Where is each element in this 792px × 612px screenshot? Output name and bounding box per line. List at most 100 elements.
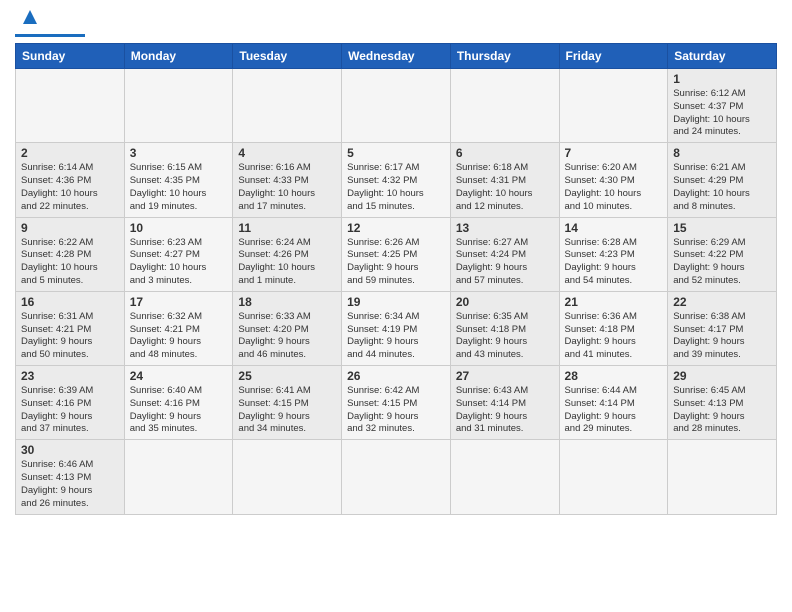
day-number: 7	[565, 146, 663, 160]
day-info: Sunrise: 6:46 AMSunset: 4:13 PMDaylight:…	[21, 459, 119, 510]
calendar-cell: 3 Sunrise: 6:15 AMSunset: 4:35 PMDaylight…	[124, 143, 233, 217]
calendar-cell: 1Sunrise: 6:12 AMSunset: 4:37 PMDaylight…	[668, 69, 777, 143]
calendar-cell: 7Sunrise: 6:20 AMSunset: 4:30 PMDaylight…	[559, 143, 668, 217]
day-info: Sunrise: 6:38 AMSunset: 4:17 PMDaylight:…	[673, 311, 771, 362]
weekday-header-sunday: Sunday	[16, 44, 125, 69]
day-info: Sunrise: 6:29 AMSunset: 4:22 PMDaylight:…	[673, 237, 771, 288]
day-info: Sunrise: 6:14 AMSunset: 4:36 PMDaylight:…	[21, 162, 119, 213]
day-number: 11	[238, 221, 336, 235]
calendar-week-5: 23 Sunrise: 6:39 AMSunset: 4:16 PMDayligh…	[16, 366, 777, 440]
day-info: Sunrise: 6:41 AMSunset: 4:15 PMDaylight:…	[238, 385, 336, 436]
day-info: Sunrise: 6:22 AMSunset: 4:28 PMDaylight:…	[21, 237, 119, 288]
calendar-cell	[124, 69, 233, 143]
day-info: Sunrise: 6:33 AMSunset: 4:20 PMDaylight:…	[238, 311, 336, 362]
calendar-cell	[342, 440, 451, 514]
day-info: Sunrise: 6:27 AMSunset: 4:24 PMDaylight:…	[456, 237, 554, 288]
calendar-cell: 17Sunrise: 6:32 AMSunset: 4:21 PMDayligh…	[124, 291, 233, 365]
calendar-cell: 24Sunrise: 6:40 AMSunset: 4:16 PMDayligh…	[124, 366, 233, 440]
weekday-header-wednesday: Wednesday	[342, 44, 451, 69]
calendar-cell: 20 Sunrise: 6:35 AMSunset: 4:18 PMDayligh…	[450, 291, 559, 365]
calendar-week-6: 30 Sunrise: 6:46 AMSunset: 4:13 PMDayligh…	[16, 440, 777, 514]
weekday-header-tuesday: Tuesday	[233, 44, 342, 69]
day-number: 8	[673, 146, 771, 160]
day-number: 15	[673, 221, 771, 235]
day-info: Sunrise: 6:21 AMSunset: 4:29 PMDaylight:…	[673, 162, 771, 213]
day-info: Sunrise: 6:43 AMSunset: 4:14 PMDaylight:…	[456, 385, 554, 436]
day-number: 12	[347, 221, 445, 235]
calendar-cell: 8 Sunrise: 6:21 AMSunset: 4:29 PMDaylight…	[668, 143, 777, 217]
calendar-cell	[450, 69, 559, 143]
day-info: Sunrise: 6:39 AMSunset: 4:16 PMDaylight:…	[21, 385, 119, 436]
calendar-cell: 4Sunrise: 6:16 AMSunset: 4:33 PMDaylight…	[233, 143, 342, 217]
day-info: Sunrise: 6:12 AMSunset: 4:37 PMDaylight:…	[673, 88, 771, 139]
calendar-header: SundayMondayTuesdayWednesdayThursdayFrid…	[16, 44, 777, 69]
day-number: 20	[456, 295, 554, 309]
day-info: Sunrise: 6:34 AMSunset: 4:19 PMDaylight:…	[347, 311, 445, 362]
calendar-cell: 18 Sunrise: 6:33 AMSunset: 4:20 PMDayligh…	[233, 291, 342, 365]
day-number: 23	[21, 369, 119, 383]
day-number: 24	[130, 369, 228, 383]
day-info: Sunrise: 6:35 AMSunset: 4:18 PMDaylight:…	[456, 311, 554, 362]
day-info: Sunrise: 6:16 AMSunset: 4:33 PMDaylight:…	[238, 162, 336, 213]
calendar-cell: 28Sunrise: 6:44 AMSunset: 4:14 PMDayligh…	[559, 366, 668, 440]
day-number: 18	[238, 295, 336, 309]
day-info: Sunrise: 6:24 AMSunset: 4:26 PMDaylight:…	[238, 237, 336, 288]
calendar-table: SundayMondayTuesdayWednesdayThursdayFrid…	[15, 43, 777, 515]
day-info: Sunrise: 6:26 AMSunset: 4:25 PMDaylight:…	[347, 237, 445, 288]
logo-line	[15, 34, 85, 37]
day-number: 14	[565, 221, 663, 235]
calendar-cell: 14Sunrise: 6:28 AMSunset: 4:23 PMDayligh…	[559, 217, 668, 291]
day-number: 5	[347, 146, 445, 160]
calendar-week-2: 2 Sunrise: 6:14 AMSunset: 4:36 PMDaylight…	[16, 143, 777, 217]
calendar-cell: 13 Sunrise: 6:27 AMSunset: 4:24 PMDayligh…	[450, 217, 559, 291]
calendar-cell	[342, 69, 451, 143]
calendar-cell	[559, 69, 668, 143]
calendar-cell	[668, 440, 777, 514]
day-number: 10	[130, 221, 228, 235]
calendar-cell: 27Sunrise: 6:43 AMSunset: 4:14 PMDayligh…	[450, 366, 559, 440]
calendar-cell: 9 Sunrise: 6:22 AMSunset: 4:28 PMDaylight…	[16, 217, 125, 291]
day-number: 2	[21, 146, 119, 160]
calendar-cell: 11 Sunrise: 6:24 AMSunset: 4:26 PMDayligh…	[233, 217, 342, 291]
calendar-cell: 19 Sunrise: 6:34 AMSunset: 4:19 PMDayligh…	[342, 291, 451, 365]
day-number: 3	[130, 146, 228, 160]
day-number: 26	[347, 369, 445, 383]
calendar-cell: 5 Sunrise: 6:17 AMSunset: 4:32 PMDaylight…	[342, 143, 451, 217]
calendar-cell: 21Sunrise: 6:36 AMSunset: 4:18 PMDayligh…	[559, 291, 668, 365]
day-info: Sunrise: 6:31 AMSunset: 4:21 PMDaylight:…	[21, 311, 119, 362]
day-number: 29	[673, 369, 771, 383]
day-info: Sunrise: 6:17 AMSunset: 4:32 PMDaylight:…	[347, 162, 445, 213]
day-info: Sunrise: 6:18 AMSunset: 4:31 PMDaylight:…	[456, 162, 554, 213]
day-info: Sunrise: 6:42 AMSunset: 4:15 PMDaylight:…	[347, 385, 445, 436]
weekday-header-row: SundayMondayTuesdayWednesdayThursdayFrid…	[16, 44, 777, 69]
day-info: Sunrise: 6:15 AMSunset: 4:35 PMDaylight:…	[130, 162, 228, 213]
header	[15, 10, 777, 37]
day-number: 30	[21, 443, 119, 457]
day-info: Sunrise: 6:36 AMSunset: 4:18 PMDaylight:…	[565, 311, 663, 362]
calendar-week-1: 1Sunrise: 6:12 AMSunset: 4:37 PMDaylight…	[16, 69, 777, 143]
day-number: 9	[21, 221, 119, 235]
calendar-cell	[16, 69, 125, 143]
day-number: 22	[673, 295, 771, 309]
day-number: 13	[456, 221, 554, 235]
calendar-cell	[559, 440, 668, 514]
day-info: Sunrise: 6:44 AMSunset: 4:14 PMDaylight:…	[565, 385, 663, 436]
calendar-cell: 2 Sunrise: 6:14 AMSunset: 4:36 PMDaylight…	[16, 143, 125, 217]
weekday-header-thursday: Thursday	[450, 44, 559, 69]
calendar-cell: 26 Sunrise: 6:42 AMSunset: 4:15 PMDayligh…	[342, 366, 451, 440]
calendar-cell: 25Sunrise: 6:41 AMSunset: 4:15 PMDayligh…	[233, 366, 342, 440]
day-number: 16	[21, 295, 119, 309]
weekday-header-saturday: Saturday	[668, 44, 777, 69]
day-info: Sunrise: 6:45 AMSunset: 4:13 PMDaylight:…	[673, 385, 771, 436]
weekday-header-friday: Friday	[559, 44, 668, 69]
calendar-cell: 22 Sunrise: 6:38 AMSunset: 4:17 PMDayligh…	[668, 291, 777, 365]
day-number: 17	[130, 295, 228, 309]
day-number: 19	[347, 295, 445, 309]
calendar-cell	[233, 440, 342, 514]
day-number: 6	[456, 146, 554, 160]
logo	[15, 10, 85, 37]
logo-icon	[19, 6, 41, 28]
calendar-body: 1Sunrise: 6:12 AMSunset: 4:37 PMDaylight…	[16, 69, 777, 515]
calendar-cell: 16 Sunrise: 6:31 AMSunset: 4:21 PMDayligh…	[16, 291, 125, 365]
calendar-cell: 12 Sunrise: 6:26 AMSunset: 4:25 PMDayligh…	[342, 217, 451, 291]
